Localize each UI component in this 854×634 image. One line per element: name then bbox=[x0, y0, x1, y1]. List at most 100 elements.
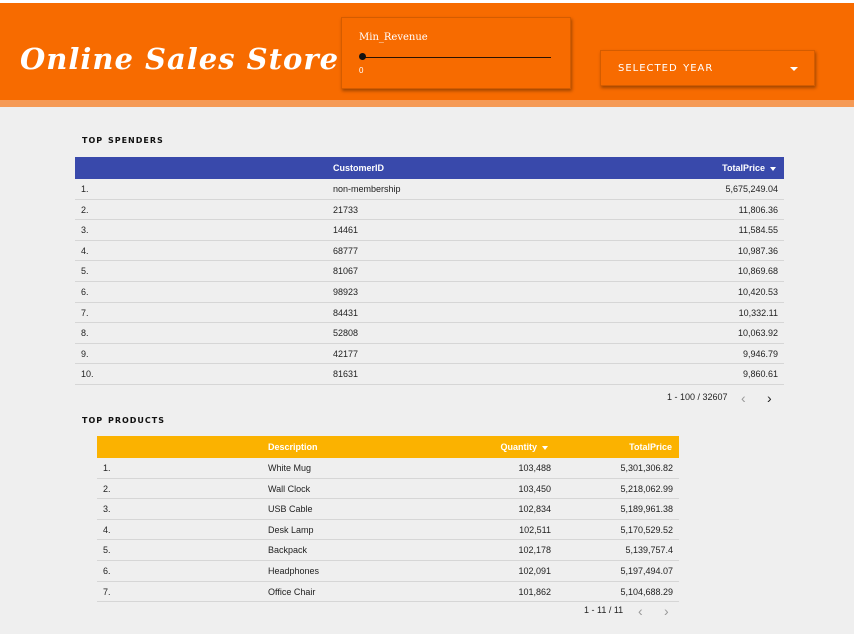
table-body: 1. White Mug 103,488 5,301,306.82 2. Wall Clo… bbox=[97, 458, 679, 603]
description-cell: Wall Clock bbox=[268, 483, 311, 494]
customer-id-cell: 42177 bbox=[333, 348, 359, 359]
row-index: 2. bbox=[81, 204, 89, 215]
top-products-table: Description Quantity TotalPrice 1. White … bbox=[97, 436, 679, 603]
table-row: 7. Office Chair 101,862 5,104,688.29 bbox=[97, 582, 679, 603]
quantity-cell: 103,450 bbox=[518, 483, 551, 494]
table-row: 8. 52808 10,063.92 bbox=[75, 323, 784, 344]
row-index: 1. bbox=[103, 463, 111, 473]
description-cell: Backpack bbox=[268, 545, 308, 556]
total-price-cell: 11,806.36 bbox=[738, 204, 778, 215]
table-row: 4. 68777 10,987.36 bbox=[75, 241, 784, 262]
row-index: 3. bbox=[103, 504, 111, 515]
row-index: 6. bbox=[103, 565, 111, 576]
table-row: 10. 81631 9,860.61 bbox=[75, 364, 784, 385]
total-price-cell: 5,218,062.99 bbox=[620, 483, 673, 494]
column-header-label: Quantity bbox=[500, 442, 537, 452]
quantity-cell: 102,834 bbox=[518, 504, 551, 515]
prev-page-button[interactable]: ‹ bbox=[741, 391, 746, 405]
prev-page-button[interactable]: ‹ bbox=[638, 604, 643, 618]
table-row: 4. Desk Lamp 102,511 5,170,529.52 bbox=[97, 520, 679, 541]
customer-id-cell: 21733 bbox=[333, 204, 359, 215]
quantity-cell: 102,091 bbox=[518, 565, 551, 576]
total-price-cell: 10,420.53 bbox=[737, 286, 778, 297]
top-edge bbox=[0, 0, 854, 3]
top-products-title: top products bbox=[82, 413, 166, 426]
table-row: 5. 81067 10,869.68 bbox=[75, 261, 784, 282]
table-row: 5. Backpack 102,178 5,139,757.4 bbox=[97, 540, 679, 561]
slider-thumb[interactable] bbox=[359, 53, 366, 60]
table-row: 3. 14461 11,584.55 bbox=[75, 220, 784, 241]
total-price-cell: 5,170,529.52 bbox=[620, 524, 673, 535]
table-row: 1. non-membership 5,675,249.04 bbox=[75, 179, 784, 200]
selected-year-label: selected year bbox=[618, 59, 714, 75]
table-row: 1. White Mug 103,488 5,301,306.82 bbox=[97, 458, 679, 479]
table-row: 2. Wall Clock 103,450 5,218,062.99 bbox=[97, 479, 679, 500]
slider-track[interactable] bbox=[362, 57, 551, 58]
table-row: 9. 42177 9,946.79 bbox=[75, 344, 784, 365]
row-index: 1. bbox=[81, 184, 89, 194]
customer-id-cell: 84431 bbox=[333, 307, 359, 318]
row-index: 7. bbox=[103, 586, 111, 597]
description-cell: White Mug bbox=[268, 463, 312, 473]
customer-id-cell: non-membership bbox=[333, 184, 401, 194]
sort-desc-icon bbox=[542, 445, 548, 450]
customer-id-cell: 68777 bbox=[333, 245, 359, 256]
total-price-cell: 10,987.36 bbox=[737, 245, 778, 256]
column-header-totalprice[interactable]: TotalPrice bbox=[629, 436, 672, 458]
customer-id-cell: 14461 bbox=[333, 225, 359, 236]
row-index: 2. bbox=[103, 483, 111, 494]
description-cell: Headphones bbox=[268, 565, 320, 576]
top-spenders-table: CustomerID TotalPrice 1. non-membership 5,… bbox=[75, 157, 784, 385]
column-header-totalprice[interactable]: TotalPrice bbox=[722, 157, 776, 179]
row-index: 6. bbox=[81, 286, 89, 297]
total-price-cell: 5,189,961.38 bbox=[620, 504, 673, 515]
column-header-quantity[interactable]: Quantity bbox=[500, 436, 548, 458]
column-header-label: TotalPrice bbox=[722, 163, 765, 173]
table-body: 1. non-membership 5,675,249.04 2. 21733 11,80… bbox=[75, 179, 784, 385]
next-page-button[interactable]: › bbox=[664, 604, 669, 618]
quantity-cell: 102,511 bbox=[519, 524, 551, 535]
row-index: 4. bbox=[103, 524, 111, 535]
row-index: 9. bbox=[81, 348, 89, 359]
total-price-cell: 5,301,306.82 bbox=[620, 463, 673, 473]
row-index: 3. bbox=[81, 225, 89, 236]
table-row: 6. Headphones 102,091 5,197,494.07 bbox=[97, 561, 679, 582]
next-page-button[interactable]: › bbox=[767, 391, 772, 405]
column-header-description[interactable]: Description bbox=[268, 436, 318, 458]
table-row: 3. USB Cable 102,834 5,189,961.38 bbox=[97, 499, 679, 520]
total-price-cell: 5,197,494.07 bbox=[620, 565, 673, 576]
table-header: Description Quantity TotalPrice bbox=[97, 436, 679, 458]
customer-id-cell: 81631 bbox=[333, 369, 359, 380]
description-cell: Desk Lamp bbox=[268, 524, 314, 535]
total-price-cell: 10,869.68 bbox=[737, 266, 778, 277]
table-row: 6. 98923 10,420.53 bbox=[75, 282, 784, 303]
row-index: 5. bbox=[103, 545, 111, 556]
header-strip bbox=[0, 100, 854, 107]
min-revenue-slider[interactable]: Min_Revenue 0 bbox=[341, 17, 571, 89]
description-cell: Office Chair bbox=[268, 586, 316, 597]
total-price-cell: 10,063.92 bbox=[737, 328, 778, 339]
total-price-cell: 5,104,688.29 bbox=[620, 586, 673, 597]
column-header-customerid[interactable]: CustomerID bbox=[333, 157, 384, 179]
chevron-down-icon bbox=[790, 67, 798, 71]
quantity-cell: 102,178 bbox=[518, 545, 551, 556]
slider-label: Min_Revenue bbox=[359, 32, 428, 43]
quantity-cell: 101,862 bbox=[518, 586, 551, 597]
row-index: 7. bbox=[81, 307, 89, 318]
row-index: 5. bbox=[81, 266, 89, 277]
customer-id-cell: 98923 bbox=[333, 286, 359, 297]
total-price-cell: 5,139,757.4 bbox=[625, 545, 673, 556]
total-price-cell: 11,584.55 bbox=[738, 225, 778, 236]
row-index: 8. bbox=[81, 328, 89, 339]
table-header: CustomerID TotalPrice bbox=[75, 157, 784, 179]
quantity-cell: 103,488 bbox=[518, 463, 551, 473]
row-index: 4. bbox=[81, 245, 89, 256]
dashboard-title: Online Sales Store bbox=[20, 42, 340, 76]
selected-year-dropdown[interactable]: selected year bbox=[600, 50, 815, 86]
table-row: 2. 21733 11,806.36 bbox=[75, 200, 784, 221]
slider-value: 0 bbox=[359, 66, 364, 75]
description-cell: USB Cable bbox=[268, 504, 313, 515]
table-row: 7. 84431 10,332.11 bbox=[75, 303, 784, 324]
total-price-cell: 9,860.61 bbox=[742, 369, 778, 380]
top-spenders-pagination: 1 - 100 / 32607 bbox=[667, 392, 728, 402]
